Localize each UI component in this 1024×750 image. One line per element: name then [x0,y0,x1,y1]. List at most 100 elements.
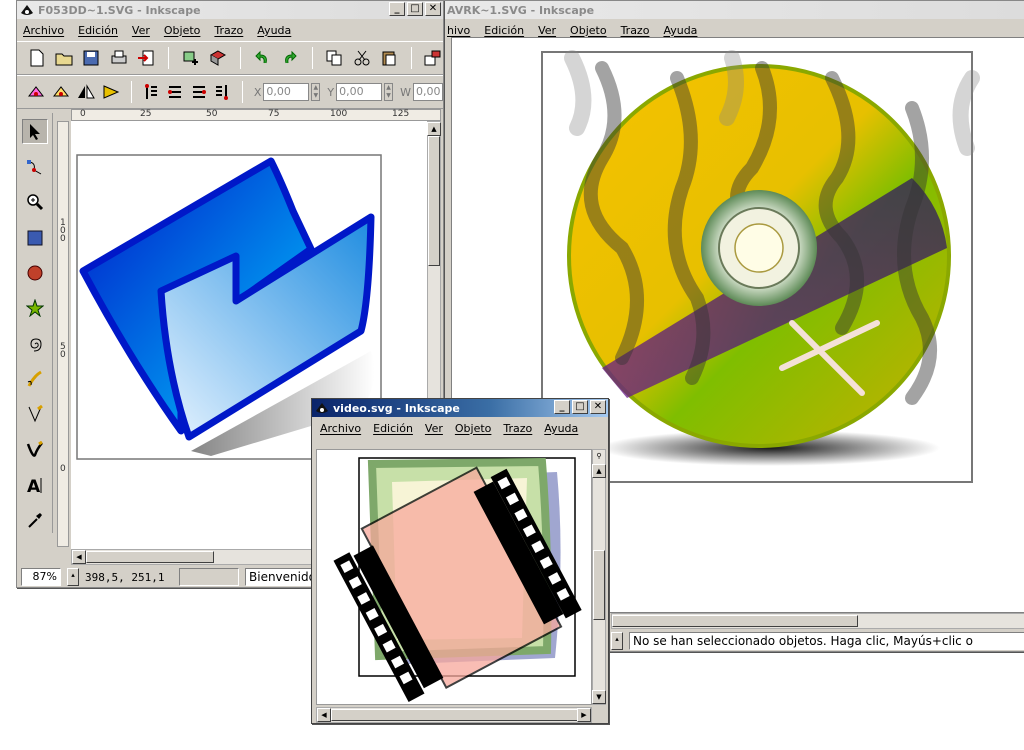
y-spinner[interactable]: ▲ ▼ [384,83,394,101]
ungroup-icon[interactable] [208,48,227,68]
raise-to-top-icon[interactable] [143,82,160,102]
x-spinner[interactable]: ▲ ▼ [311,83,321,101]
ruler-tick-label: 25 [140,109,152,119]
folder-window-controls: _ □ ✕ [389,2,441,16]
video-window-titlebar[interactable]: video.svg - Inkscape _ □ ✕ [312,399,608,417]
flip-vertical-icon[interactable] [102,82,120,102]
menu-ayuda[interactable]: Ayuda [663,24,697,37]
scroll-left-button[interactable]: ◀ [317,708,331,722]
video-hscroll[interactable]: ◀ ▶ [316,707,592,723]
ruler-tick-label: 0 [60,464,66,474]
node-edit-icon[interactable] [22,154,48,179]
close-button[interactable]: ✕ [425,2,441,16]
inkscape-app-icon [314,401,330,415]
folder-window-titlebar[interactable]: F053DD~1.SVG - Inkscape _ □ ✕ [17,1,443,19]
print-icon[interactable] [109,48,128,68]
cd-status-spin[interactable]: ▴ [611,632,623,650]
maximize-button[interactable]: □ [407,2,423,16]
width-field: W 0,00 [400,83,443,101]
menu-trazo[interactable]: Trazo [621,24,650,37]
scroll-left-button[interactable]: ◀ [72,550,86,564]
pen-icon[interactable] [22,402,48,427]
pencil-icon[interactable] [22,366,48,391]
raise-icon[interactable] [167,82,184,102]
ruler-tick-label: 0 [60,234,66,244]
cd-window-titlebar[interactable]: AVRK~1.SVG - Inkscape [441,1,1024,19]
flip-horizontal-icon[interactable] [77,82,95,102]
scroll-down-button[interactable]: ▼ [592,690,606,704]
rect-icon[interactable] [22,225,48,250]
copy-icon[interactable] [325,48,344,68]
y-input[interactable]: 0,00 [336,83,383,101]
top-ruler: 0 25 50 75 100 125 [71,109,441,121]
menu-objeto[interactable]: Objeto [164,24,201,37]
menu-trazo[interactable]: Trazo [503,422,532,435]
cut-icon[interactable] [352,48,371,68]
menu-archivo[interactable]: Archivo [320,422,361,435]
menu-archivo[interactable]: Archivo [23,24,64,37]
zoom-spinner[interactable]: ▴ [67,568,79,586]
open-folder-icon[interactable] [54,48,73,68]
redo-icon[interactable] [280,48,299,68]
minimize-button[interactable]: _ [554,400,570,414]
rotate-cw-icon[interactable] [52,82,70,102]
menu-edicion[interactable]: Edición [78,24,118,37]
menu-archivo-fragment[interactable]: hivo [447,24,470,37]
menu-objeto[interactable]: Objeto [570,24,607,37]
video-vscroll[interactable]: ⚲ ▲ ▼ [592,449,606,705]
menu-edicion[interactable]: Edición [484,24,524,37]
document-properties-icon[interactable] [424,48,443,68]
scroll-up-button[interactable]: ▲ [427,122,441,136]
menu-trazo[interactable]: Trazo [214,24,243,37]
cd-hscroll[interactable] [611,613,1024,629]
spiral-icon[interactable] [22,331,48,356]
rotate-ccw-icon[interactable] [27,82,45,102]
zoom-corner-icon[interactable]: ⚲ [592,450,606,464]
w-input[interactable]: 0,00 [412,83,443,101]
ellipse-icon[interactable] [22,260,48,285]
menu-ver[interactable]: Ver [132,24,150,37]
hscroll-thumb[interactable] [86,551,214,563]
paste-icon[interactable] [379,48,398,68]
cd-window-title: AVRK~1.SVG - Inkscape [447,3,595,17]
vscroll-thumb[interactable] [593,550,605,620]
cd-hscroll-thumb[interactable] [612,615,858,627]
video-canvas[interactable] [316,449,592,705]
save-icon[interactable] [82,48,101,68]
selector-arrow-icon[interactable] [21,119,48,145]
video-window: video.svg - Inkscape _ □ ✕ Archivo Edici… [311,398,609,724]
cursor-coords: 398,5, 251,1 [85,570,165,584]
scroll-up-button[interactable]: ▲ [592,464,606,478]
lower-to-bottom-icon[interactable] [214,82,231,102]
menu-ver[interactable]: Ver [538,24,556,37]
menu-edicion[interactable]: Edición [373,422,413,435]
close-button[interactable]: ✕ [590,400,606,414]
dropper-icon[interactable] [22,508,48,533]
zoom-field[interactable]: 87% [21,568,61,586]
star-icon[interactable] [22,296,48,321]
toolbar-separator [167,47,169,69]
y-coordinate-field: Y 0,00 ▲ ▼ [327,83,394,101]
video-drawing [333,457,582,702]
text-icon[interactable]: A [22,472,48,497]
layer-select[interactable] [179,568,239,586]
calligraphy-icon[interactable] [22,437,48,462]
zoom-icon[interactable] [22,190,48,215]
lower-icon[interactable] [190,82,207,102]
new-document-icon[interactable] [27,48,46,68]
undo-icon[interactable] [253,48,272,68]
group-icon[interactable] [181,48,200,68]
vscroll-thumb[interactable] [428,136,440,266]
menu-ayuda[interactable]: Ayuda [544,422,578,435]
menu-ver[interactable]: Ver [425,422,443,435]
hscroll-thumb[interactable] [331,709,579,721]
cd-statusbar: ▴ No se han seleccionado objetos. Haga c… [611,631,1024,651]
menu-ayuda[interactable]: Ayuda [257,24,291,37]
menu-objeto[interactable]: Objeto [455,422,492,435]
x-input[interactable]: 0,00 [263,83,310,101]
maximize-button[interactable]: □ [572,400,588,414]
import-icon[interactable] [137,48,156,68]
minimize-button[interactable]: _ [389,2,405,16]
scroll-right-button[interactable]: ▶ [577,708,591,722]
svg-text:A: A [27,477,41,494]
